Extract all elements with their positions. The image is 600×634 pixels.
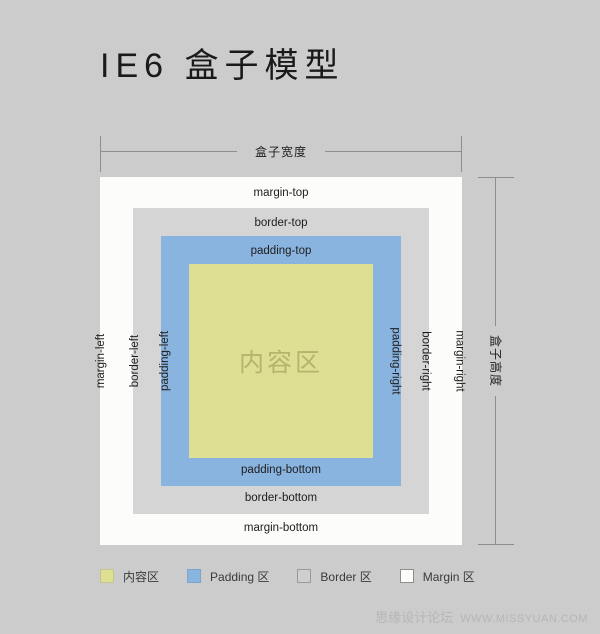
legend-item-border: Border 区 — [297, 568, 372, 585]
margin-layer: margin-top margin-bottom margin-left mar… — [95, 177, 466, 545]
padding-layer: padding-top padding-bottom padding-left … — [159, 236, 402, 486]
legend-swatch-content-icon — [100, 569, 114, 583]
border-top-label: border-top — [254, 217, 308, 229]
margin-right-label: margin-right — [453, 330, 466, 392]
padding-right-label: padding-right — [389, 327, 402, 395]
legend-swatch-margin-icon — [399, 569, 414, 583]
height-dimension-line-top — [495, 178, 496, 326]
box-width-label: 盒子宽度 — [254, 145, 307, 159]
legend-swatch-padding-icon — [187, 569, 202, 583]
legend-label-border: Border 区 — [320, 569, 372, 584]
border-right-label: border-right — [419, 331, 432, 391]
padding-bottom-label: padding-bottom — [241, 464, 321, 476]
footer-brand: 思缘设计论坛 — [375, 610, 454, 625]
padding-top-label: padding-top — [250, 245, 312, 257]
border-left-label: border-left — [129, 334, 142, 388]
content-layer: 内容区 — [189, 264, 373, 458]
height-dimension-cap-top — [478, 177, 514, 178]
legend: 内容区 Padding 区 Border 区 Margin 区 — [100, 567, 475, 585]
legend-item-margin: Margin 区 — [399, 568, 475, 585]
padding-left-label: padding-left — [159, 330, 172, 392]
margin-top-label: margin-top — [253, 187, 309, 199]
border-bottom-label: border-bottom — [244, 492, 318, 504]
margin-left-label: margin-left — [95, 333, 108, 389]
page-title: IE6 盒子模型 — [100, 47, 345, 85]
legend-label-padding: Padding 区 — [210, 569, 270, 584]
legend-item-padding: Padding 区 — [187, 568, 269, 585]
legend-swatch-border-icon — [297, 569, 312, 583]
content-area-label: 内容区 — [238, 349, 323, 377]
footer-watermark: 思缘设计论坛 WWW.MISSYUAN.COM — [375, 607, 588, 626]
box-width-dimension: 盒子宽度 — [100, 136, 462, 172]
border-layer: border-top border-bottom border-left bor… — [129, 208, 432, 514]
box-height-label: 盒子高度 — [488, 334, 503, 388]
height-dimension-line-bottom — [495, 396, 496, 544]
legend-item-content: 内容区 — [100, 568, 159, 585]
legend-label-content: 内容区 — [123, 569, 160, 584]
footer-url: WWW.MISSYUAN.COM — [460, 613, 588, 625]
box-height-dimension: 盒子高度 — [478, 177, 514, 545]
legend-label-margin: Margin 区 — [422, 569, 475, 584]
height-dimension-cap-bottom — [478, 544, 514, 545]
margin-bottom-label: margin-bottom — [243, 522, 319, 534]
